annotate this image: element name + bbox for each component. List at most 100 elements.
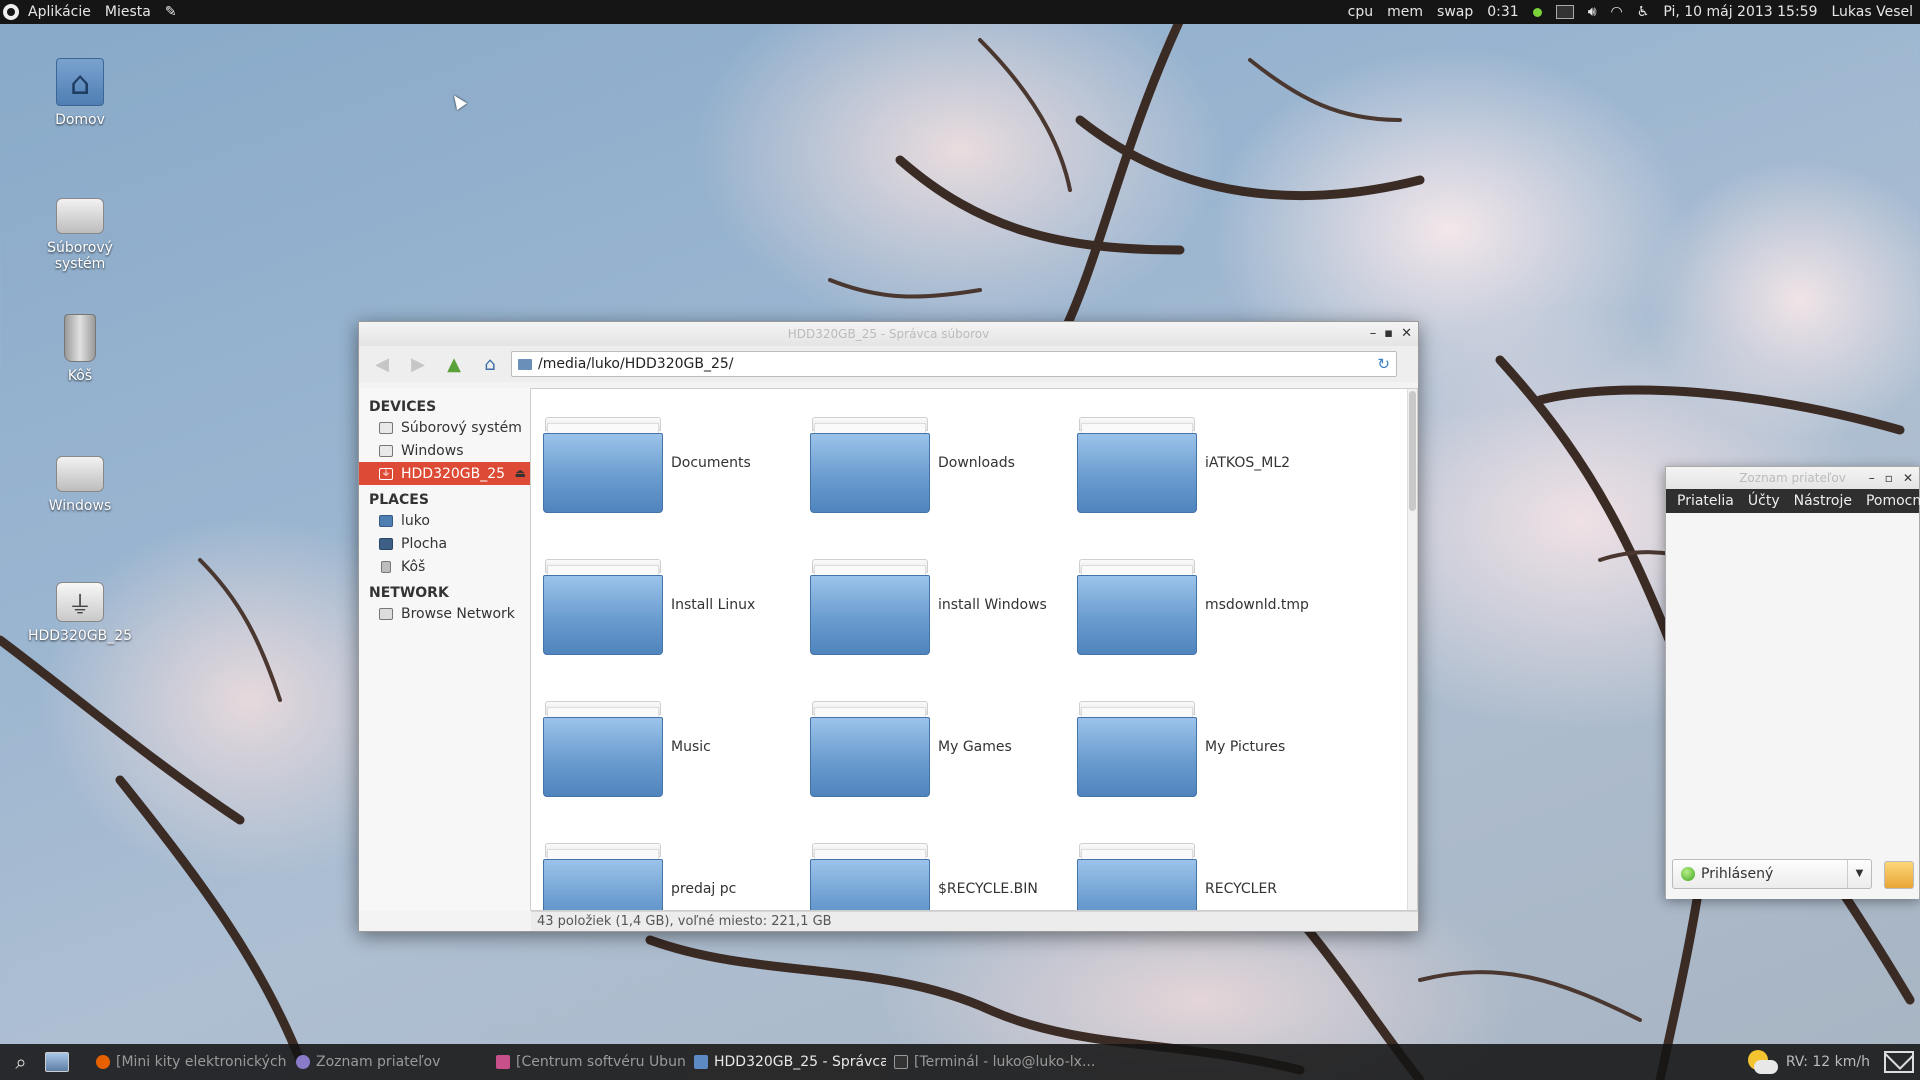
avatar[interactable]	[1884, 861, 1914, 889]
folder-icon	[1077, 555, 1197, 655]
menu-applications[interactable]: Aplikácie	[21, 0, 98, 24]
folder-item[interactable]: install Windows	[810, 555, 1070, 655]
file-view[interactable]: Documents Downloads iATKOS_ML2 Install Linu…	[531, 388, 1418, 911]
sidebar-item-label: Browse Network	[401, 605, 515, 622]
taskbar-item-file-manager[interactable]: HDD320GB_25 - Správca ...	[686, 1044, 886, 1080]
desktop-icon-home[interactable]: Domov	[20, 58, 140, 128]
folder-item[interactable]: My Games	[810, 697, 1070, 797]
back-arrow-icon[interactable]: ◀	[367, 351, 397, 377]
clock[interactable]: Pi, 10 máj 2013 15:59	[1656, 0, 1824, 24]
mem-monitor[interactable]: mem	[1380, 0, 1430, 24]
battery-time[interactable]: 0:31	[1480, 0, 1525, 24]
folder-item[interactable]: Documents	[543, 413, 803, 513]
close-icon[interactable]: ✕	[1401, 322, 1412, 346]
folder-item[interactable]: iATKOS_ML2	[1077, 413, 1337, 513]
folder-icon	[1077, 839, 1197, 910]
forward-arrow-icon[interactable]: ▶	[403, 351, 433, 377]
volume-icon[interactable]: 🔊︎	[1581, 0, 1604, 24]
wifi-icon[interactable]: ◠	[1604, 0, 1630, 24]
taskbar-item-software-center[interactable]: [Centrum softvéru Ubun...	[488, 1044, 686, 1080]
notes-icon[interactable]: ✎	[158, 0, 184, 24]
folder-label: Install Linux	[671, 597, 756, 613]
buddy-list[interactable]	[1666, 513, 1919, 899]
close-icon[interactable]: ✕	[1903, 467, 1913, 489]
harddisk-icon	[379, 444, 393, 457]
location-bar[interactable]: /media/luko/HDD320GB_25/ ↻	[511, 351, 1397, 377]
cpu-monitor[interactable]: cpu	[1341, 0, 1380, 24]
home-icon[interactable]: ⌂	[475, 351, 505, 377]
trash-icon	[64, 314, 96, 362]
location-path: /media/luko/HDD320GB_25/	[538, 356, 734, 372]
sidebar-item-label: Windows	[401, 442, 464, 459]
sidebar-item-plocha[interactable]: Plocha	[359, 532, 530, 555]
harddisk-icon	[56, 198, 104, 234]
folder-label: predaj pc	[671, 881, 737, 897]
folder-label: msdownld.tmp	[1205, 597, 1309, 613]
taskbar-label: [Centrum softvéru Ubun...	[516, 1054, 686, 1070]
folder-item[interactable]: Downloads	[810, 413, 1070, 513]
folder-item[interactable]: Music	[543, 697, 803, 797]
usb-drive-icon: ⏚	[379, 467, 393, 480]
harddisk-icon	[56, 456, 104, 492]
taskbar-item-buddy-list[interactable]: Zoznam priateľov	[288, 1044, 488, 1080]
sidebar-item-windows[interactable]: Windows	[359, 439, 530, 462]
folder-icon	[543, 839, 663, 910]
window-titlebar[interactable]: HDD320GB_25 - Správca súborov – ▪ ✕	[359, 322, 1418, 346]
folder-icon	[810, 839, 930, 910]
taskbar-item-terminal[interactable]: [Terminál - luko@luko-lx...	[886, 1044, 1096, 1080]
status-selector[interactable]: Prihlásený ▼	[1672, 859, 1872, 889]
sidebar-item-filesystem[interactable]: Súborový systém	[359, 416, 530, 439]
mail-icon[interactable]	[1884, 1051, 1914, 1073]
desktop-icon-filesystem[interactable]: Súborový systém	[20, 188, 140, 272]
sidebar-header-network: NETWORK	[369, 585, 449, 601]
up-arrow-icon[interactable]: ▲	[439, 351, 469, 377]
weather-icon[interactable]	[1744, 1048, 1780, 1076]
search-icon[interactable]: ⌕	[6, 1047, 36, 1077]
sidebar-item-hdd320gb[interactable]: ⏚ HDD320GB_25 ⏏	[359, 462, 530, 485]
folder-item[interactable]: My Pictures	[1077, 697, 1337, 797]
menu-places[interactable]: Miesta	[98, 0, 158, 24]
desktop-icon-trash[interactable]: Kôš	[20, 314, 140, 384]
scrollbar[interactable]	[1407, 389, 1417, 910]
folder-item[interactable]: msdownld.tmp	[1077, 555, 1337, 655]
desktop-icon-label: Windows	[48, 498, 112, 514]
menu-pomocnik[interactable]: Pomocník	[1859, 493, 1920, 509]
folder-icon	[518, 358, 532, 370]
window-titlebar[interactable]: Zoznam priateľov – ▫ ✕	[1666, 467, 1919, 489]
menu-ucty[interactable]: Účty	[1741, 493, 1787, 509]
system-monitor-icon[interactable]	[1549, 0, 1581, 24]
sidebar-item-browse-network[interactable]: Browse Network	[359, 602, 530, 625]
weather-text[interactable]: RV: 12 km/h	[1786, 1054, 1870, 1070]
accessibility-icon[interactable]: ♿︎	[1630, 0, 1657, 24]
sidebar-item-trash[interactable]: Kôš	[359, 555, 530, 578]
ubuntu-logo-icon[interactable]	[3, 4, 19, 20]
minimize-icon[interactable]: –	[1869, 467, 1875, 489]
user-menu[interactable]: Lukas Vesel	[1824, 0, 1920, 24]
status-label: Prihlásený	[1701, 866, 1774, 882]
folder-item[interactable]: $RECYCLE.BIN	[810, 839, 1070, 910]
status-dot-icon[interactable]	[1526, 0, 1549, 24]
menu-nastroje[interactable]: Nástroje	[1787, 493, 1859, 509]
swap-monitor[interactable]: swap	[1430, 0, 1480, 24]
folder-label: Downloads	[938, 455, 1015, 471]
sidebar-item-luko[interactable]: luko	[359, 509, 530, 532]
eject-icon[interactable]: ⏏	[515, 466, 526, 480]
maximize-icon[interactable]: ▪	[1384, 322, 1393, 346]
taskbar-item-firefox[interactable]: [Mini kity elektronických ...	[88, 1044, 288, 1080]
menu-bar: Priatelia Účty Nástroje Pomocník	[1666, 489, 1920, 513]
folder-item[interactable]: predaj pc	[543, 839, 803, 910]
folder-item[interactable]: Install Linux	[543, 555, 803, 655]
scrollbar-thumb[interactable]	[1409, 391, 1416, 511]
folder-item[interactable]: RECYCLER	[1077, 839, 1337, 910]
desktop-icon-hdd320gb[interactable]: HDD320GB_25	[20, 574, 140, 644]
menu-priatelia[interactable]: Priatelia	[1670, 493, 1741, 509]
maximize-icon[interactable]: ▫	[1885, 467, 1893, 489]
show-desktop-icon[interactable]	[42, 1047, 72, 1077]
desktop-icon-windows[interactable]: Windows	[20, 446, 140, 514]
folder-icon	[810, 555, 930, 655]
chevron-down-icon[interactable]: ▼	[1847, 860, 1871, 888]
reload-icon[interactable]: ↻	[1377, 355, 1390, 373]
sidebar-item-label: Kôš	[401, 558, 426, 575]
minimize-icon[interactable]: –	[1370, 322, 1377, 346]
available-status-icon	[1681, 867, 1695, 881]
